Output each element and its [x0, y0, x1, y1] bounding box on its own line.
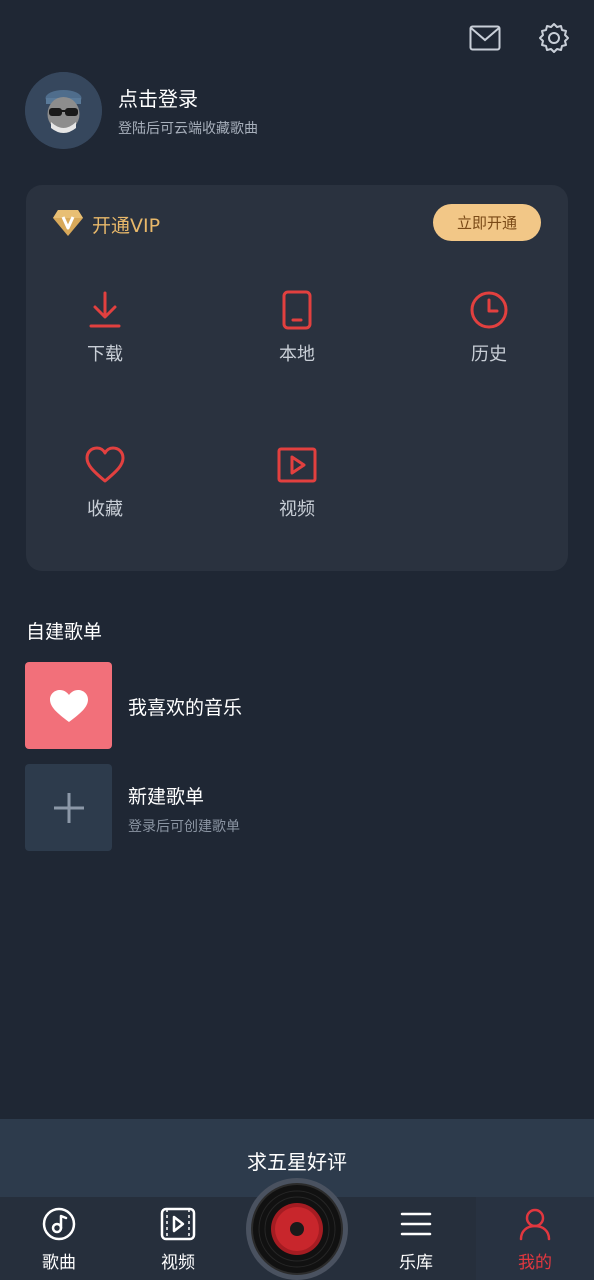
- tab-songs[interactable]: 歌曲: [0, 1197, 118, 1280]
- vinyl-disc-icon: [251, 1183, 343, 1275]
- feature-label: 下载: [87, 344, 123, 365]
- phone-icon: [275, 288, 319, 332]
- mail-button[interactable]: [465, 18, 505, 58]
- video-icon: [160, 1207, 196, 1241]
- settings-button[interactable]: [534, 18, 574, 58]
- download-icon: [83, 288, 127, 332]
- feature-label: 历史: [471, 344, 507, 365]
- vip-label: 开通VIP: [92, 215, 161, 237]
- avatar[interactable]: [25, 72, 102, 149]
- login-subtitle: 登陆后可云端收藏歌曲: [118, 121, 258, 137]
- mail-icon: [469, 25, 501, 51]
- feature-label: 本地: [279, 344, 315, 365]
- user-icon: [519, 1208, 551, 1241]
- heart-icon: [49, 689, 88, 722]
- tab-mine[interactable]: 我的: [476, 1197, 594, 1280]
- feature-download[interactable]: 下载: [50, 288, 160, 366]
- playlist-title[interactable]: 新建歌单: [128, 782, 204, 809]
- tab-label: 乐库: [399, 1253, 433, 1273]
- playlist-title[interactable]: 我喜欢的音乐: [128, 693, 242, 720]
- gear-icon: [539, 23, 569, 53]
- tab-label: 我的: [518, 1253, 552, 1273]
- video-icon: [275, 443, 319, 487]
- vip-open-button[interactable]: 立即开通: [433, 204, 541, 241]
- plus-icon: [53, 792, 84, 823]
- login-title[interactable]: 点击登录: [118, 83, 198, 112]
- tab-videos[interactable]: 视频: [119, 1197, 237, 1280]
- clock-icon: [467, 288, 511, 332]
- feature-history[interactable]: 历史: [434, 288, 544, 366]
- menu-icon: [400, 1212, 432, 1236]
- music-note-icon: [42, 1207, 76, 1241]
- feature-favorite[interactable]: 收藏: [50, 443, 160, 521]
- feature-label: 视频: [279, 499, 315, 520]
- tab-label: 歌曲: [42, 1253, 76, 1273]
- feature-label: 收藏: [87, 499, 123, 520]
- vip-icon: [52, 208, 84, 238]
- liked-playlist-cover[interactable]: [25, 662, 112, 749]
- feature-video[interactable]: 视频: [242, 443, 352, 521]
- tab-library[interactable]: 乐库: [357, 1197, 475, 1280]
- section-title: 自建歌单: [26, 621, 103, 643]
- tab-label: 视频: [161, 1253, 195, 1273]
- new-playlist-cover[interactable]: [25, 764, 112, 851]
- feature-local[interactable]: 本地: [242, 288, 352, 366]
- avatar-image: [25, 72, 102, 149]
- heart-icon: [83, 443, 127, 487]
- now-playing-disc[interactable]: [246, 1178, 348, 1280]
- playlist-subtitle: 登录后可创建歌单: [128, 819, 240, 835]
